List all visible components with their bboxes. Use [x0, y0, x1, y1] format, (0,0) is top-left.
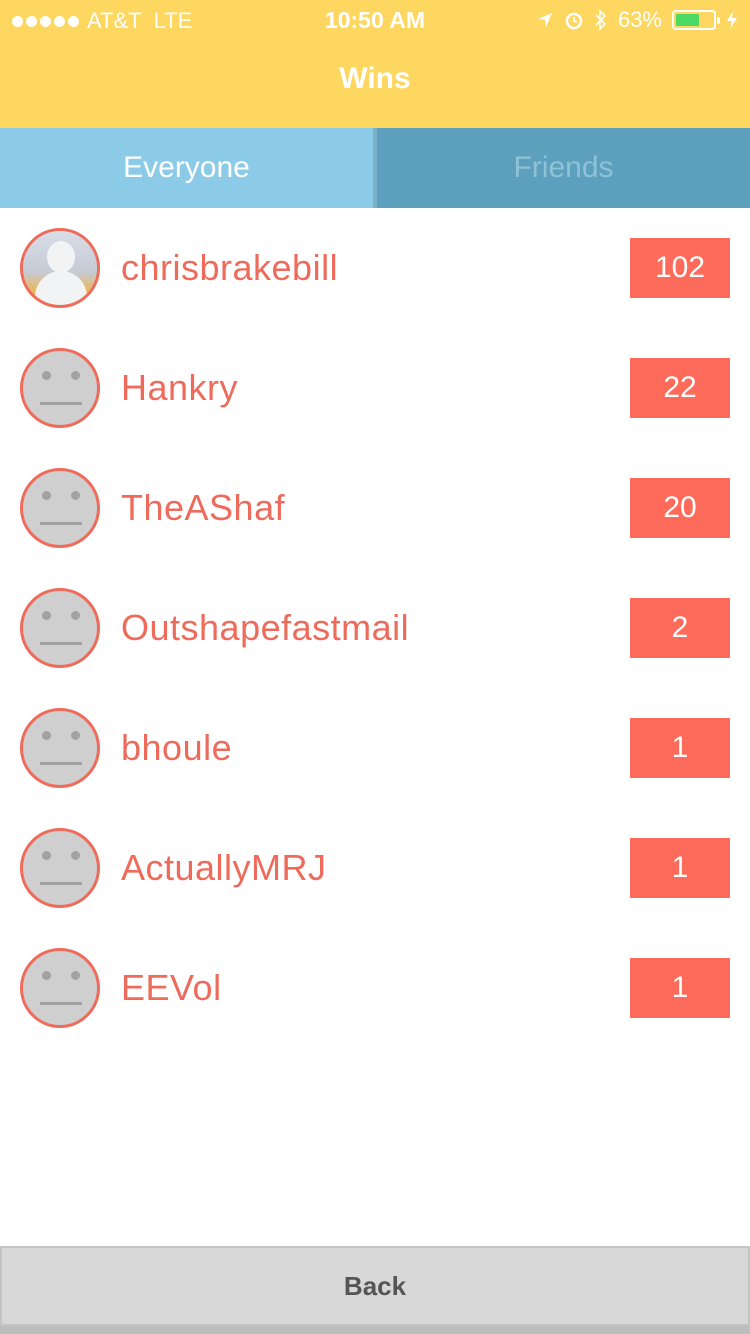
wins-badge: 1	[630, 958, 730, 1018]
bottom-divider	[0, 1326, 750, 1334]
tab-everyone[interactable]: Everyone	[0, 128, 373, 208]
username: chrisbrakebill	[121, 247, 339, 288]
status-bar: AT&T LTE 10:50 AM 63%	[0, 0, 750, 40]
list-item[interactable]: bhoule 1	[0, 688, 750, 808]
list-item[interactable]: chrisbrakebill 102	[0, 208, 750, 328]
wins-badge: 1	[630, 718, 730, 778]
app-header: AT&T LTE 10:50 AM 63% Wins	[0, 0, 750, 128]
default-face-avatar	[20, 828, 100, 908]
wins-badge: 20	[630, 478, 730, 538]
leaderboard-list: chrisbrakebill 102 Hankry 22 TheAShaf 20…	[0, 208, 750, 1048]
username: TheAShaf	[121, 487, 286, 528]
tab-bar: Everyone Friends	[0, 128, 750, 208]
default-face-avatar	[20, 348, 100, 428]
status-right: 63%	[536, 7, 738, 33]
page-title: Wins	[339, 62, 411, 95]
wins-badge: 22	[630, 358, 730, 418]
list-item[interactable]: TheAShaf 20	[0, 448, 750, 568]
default-face-avatar	[20, 708, 100, 788]
list-item[interactable]: ActuallyMRJ 1	[0, 808, 750, 928]
battery-fill	[676, 14, 699, 26]
list-item[interactable]: EEVol 1	[0, 928, 750, 1048]
username: Outshapefastmail	[121, 607, 410, 648]
location-arrow-icon	[537, 13, 552, 27]
username: ActuallyMRJ	[121, 847, 327, 888]
list-item[interactable]: Outshapefastmail 2	[0, 568, 750, 688]
username: bhoule	[121, 727, 233, 768]
default-face-avatar	[20, 468, 100, 548]
wins-badge: 102	[630, 238, 730, 298]
alarm-icon	[565, 12, 583, 30]
battery-percent: 63%	[617, 7, 662, 32]
list-item[interactable]: Hankry 22	[0, 328, 750, 448]
bluetooth-icon	[595, 9, 607, 31]
wins-badge: 2	[630, 598, 730, 658]
battery-icon	[672, 10, 720, 30]
back-button[interactable]: Back	[0, 1246, 750, 1326]
default-face-avatar	[20, 948, 100, 1028]
wins-badge: 1	[630, 838, 730, 898]
username: Hankry	[121, 367, 239, 408]
tab-friends[interactable]: Friends	[377, 128, 750, 208]
charging-bolt-icon	[727, 11, 737, 29]
default-face-avatar	[20, 588, 100, 668]
user-photo-avatar	[20, 228, 100, 308]
username: EEVol	[121, 967, 222, 1008]
battery-tip	[717, 17, 720, 24]
